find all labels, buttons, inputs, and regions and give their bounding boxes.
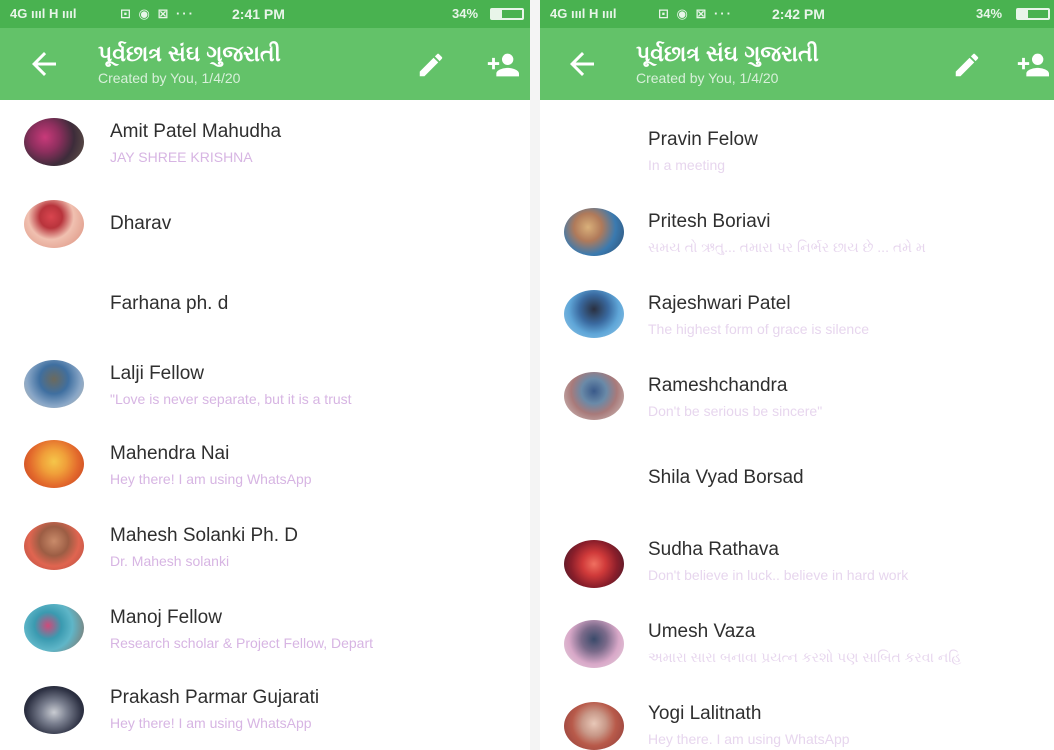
- participant-row[interactable]: Pritesh Boriavi સમય તો ઋતુ... તમારા પર ન…: [540, 190, 1054, 272]
- participant-name: Mahesh Solanki Ph. D: [110, 525, 298, 546]
- group-header[interactable]: પૂર્વછાત્ર સંઘ ગુજરાતી Created by You, 1…: [636, 40, 819, 88]
- participant-row[interactable]: Amit Patel Mahudha JAY SHREE KRISHNA: [0, 100, 530, 182]
- edit-pencil-icon[interactable]: [952, 50, 982, 80]
- notification-icons: ⊡ ◉ ⊠ ···: [658, 6, 733, 21]
- participant-name: Shila Vyad Borsad: [648, 467, 804, 488]
- clock: 2:41 PM: [232, 6, 285, 22]
- back-arrow-icon[interactable]: [564, 46, 600, 82]
- status-bar: 4G ıııl H ıııl ⊡ ◉ ⊠ ··· 2:42 PM 34%: [540, 0, 1054, 28]
- group-subtitle: Created by You, 1/4/20: [98, 70, 241, 86]
- status-bar: 4G ıııl H ıııl ⊡ ◉ ⊠ ··· 2:41 PM 34%: [0, 0, 530, 28]
- participant-name: Dharav: [110, 213, 172, 234]
- app-bar: પૂર્વછાત્ર સંઘ ગુજરાતી Created by You, 1…: [0, 28, 530, 100]
- avatar: [564, 290, 624, 338]
- participant-row[interactable]: Sudha Rathava Don't believe in luck.. be…: [540, 518, 1054, 600]
- notification-icons: ⊡ ◉ ⊠ ···: [120, 6, 195, 21]
- avatar: [564, 208, 624, 256]
- add-participant-icon[interactable]: [482, 48, 522, 82]
- participant-row[interactable]: Manoj Fellow Research scholar & Project …: [0, 592, 530, 674]
- participant-status: The highest form of grace is silence: [648, 321, 869, 337]
- screen-divider: [530, 0, 540, 750]
- participant-row[interactable]: Mahesh Solanki Ph. D Dr. Mahesh solanki: [0, 510, 530, 592]
- participant-row[interactable]: Rameshchandra Don't be serious be sincer…: [540, 354, 1054, 436]
- participant-row[interactable]: Pravin Felow In a meeting: [540, 108, 1054, 190]
- participant-name: Rajeshwari Patel: [648, 293, 791, 314]
- participant-name: Pritesh Boriavi: [648, 211, 771, 232]
- avatar: [24, 118, 84, 166]
- avatar: [24, 200, 84, 248]
- participant-row[interactable]: Yogi Lalitnath Hey there. I am using Wha…: [540, 682, 1054, 750]
- participant-name: Pravin Felow: [648, 129, 758, 150]
- participant-status: JAY SHREE KRISHNA: [110, 149, 253, 165]
- back-arrow-icon[interactable]: [26, 46, 62, 82]
- battery-icon: [490, 8, 524, 20]
- participant-status: Hey there! I am using WhatsApp: [110, 471, 312, 487]
- group-title: પૂર્વછાત્ર સંઘ ગુજરાતી: [636, 41, 819, 66]
- participant-name: Sudha Rathava: [648, 539, 779, 560]
- participant-status: અમારા સારા બનાવા પ્રયત્ન કરશો પણ સાબિત ક…: [648, 649, 962, 665]
- participant-name: Yogi Lalitnath: [648, 703, 762, 724]
- network-signal-icon: 4G ıııl H ıııl: [10, 6, 77, 21]
- participant-status: Hey there! I am using WhatsApp: [110, 715, 312, 731]
- participant-row[interactable]: Mahendra Nai Hey there! I am using Whats…: [0, 428, 530, 510]
- left-screen: 4G ıııl H ıııl ⊡ ◉ ⊠ ··· 2:41 PM 34% પૂર…: [0, 0, 530, 750]
- participant-row[interactable]: Prakash Parmar Gujarati Hey there! I am …: [0, 674, 530, 750]
- participant-name: Umesh Vaza: [648, 621, 756, 642]
- avatar: [24, 604, 84, 652]
- participant-row[interactable]: Dharav: [0, 182, 530, 264]
- participant-name: Manoj Fellow: [110, 607, 222, 628]
- battery-percent: 34%: [452, 6, 479, 21]
- participant-status: "Love is never separate, but it is a tru…: [110, 391, 352, 407]
- participant-row[interactable]: Lalji Fellow "Love is never separate, bu…: [0, 346, 530, 428]
- app-bar: પૂર્વછાત્ર સંઘ ગુજરાતી Created by You, 1…: [540, 28, 1054, 100]
- group-title: પૂર્વછાત્ર સંઘ ગુજરાતી: [98, 41, 281, 66]
- participant-row[interactable]: Umesh Vaza અમારા સારા બનાવા પ્રયત્ન કરશો…: [540, 600, 1054, 682]
- participant-status: Don't believe in luck.. believe in hard …: [648, 567, 909, 583]
- add-participant-icon[interactable]: [1012, 48, 1052, 82]
- participant-row[interactable]: Rajeshwari Patel The highest form of gra…: [540, 272, 1054, 354]
- group-subtitle: Created by You, 1/4/20: [636, 70, 779, 86]
- participant-row[interactable]: Farhana ph. d: [0, 264, 530, 346]
- avatar: [24, 522, 84, 570]
- participant-status: In a meeting: [648, 157, 726, 173]
- network-signal-icon: 4G ıııl H ıııl: [550, 6, 617, 21]
- participant-status: Dr. Mahesh solanki: [110, 553, 230, 569]
- group-header[interactable]: પૂર્વછાત્ર સંઘ ગુજરાતી Created by You, 1…: [98, 40, 281, 88]
- participant-status: Research scholar & Project Fellow, Depar…: [110, 635, 373, 651]
- avatar: [24, 440, 84, 488]
- participant-row[interactable]: Shila Vyad Borsad: [540, 436, 1054, 518]
- avatar: [564, 540, 624, 588]
- participant-status: સમય તો ઋતુ... તમારા પર નિર્ભર છાય છે ...…: [648, 239, 926, 255]
- avatar: [564, 372, 624, 420]
- clock: 2:42 PM: [772, 6, 825, 22]
- participant-status: Don't be serious be sincere": [648, 403, 823, 419]
- participant-status: Hey there. I am using WhatsApp: [648, 731, 850, 747]
- participant-name: Prakash Parmar Gujarati: [110, 687, 320, 708]
- participant-name: Farhana ph. d: [110, 293, 229, 314]
- participant-name: Lalji Fellow: [110, 363, 204, 384]
- right-screen: 4G ıııl H ıııl ⊡ ◉ ⊠ ··· 2:42 PM 34% પૂર…: [540, 0, 1054, 750]
- avatar: [564, 620, 624, 668]
- edit-pencil-icon[interactable]: [416, 50, 446, 80]
- participant-name: Amit Patel Mahudha: [110, 121, 282, 142]
- participant-name: Rameshchandra: [648, 375, 788, 396]
- avatar: [24, 360, 84, 408]
- battery-icon: [1016, 8, 1050, 20]
- participant-name: Mahendra Nai: [110, 443, 230, 464]
- avatar: [24, 686, 84, 734]
- battery-percent: 34%: [976, 6, 1003, 21]
- avatar: [564, 702, 624, 750]
